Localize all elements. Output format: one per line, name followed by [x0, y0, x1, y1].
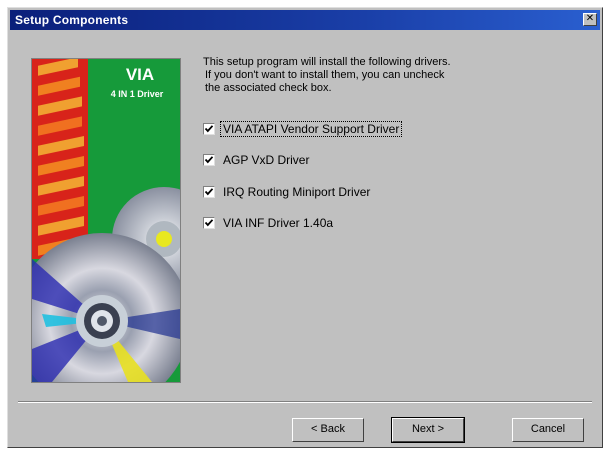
divider: [18, 401, 592, 403]
intro-text: This setup program will install the foll…: [203, 56, 523, 95]
title-bar[interactable]: Setup Components ✕: [10, 10, 600, 30]
checkbox[interactable]: [203, 123, 215, 135]
checkmark-icon: [204, 156, 214, 164]
checkmark-icon: [204, 188, 214, 196]
banner-brand: VIA: [125, 65, 155, 84]
option-label: VIA INF Driver 1.40a: [223, 216, 334, 230]
option-label: IRQ Routing Miniport Driver: [223, 185, 371, 199]
via-driver-banner: VIA 4 IN 1 Driver: [31, 58, 181, 383]
option-via-atapi[interactable]: VIA ATAPI Vendor Support Driver: [203, 121, 403, 137]
option-via-inf[interactable]: VIA INF Driver 1.40a: [203, 215, 335, 231]
checkmark-icon: [204, 219, 214, 227]
intro-line: This setup program will install the foll…: [203, 56, 451, 68]
setup-components-dialog: Setup Components ✕ VIA 4 IN 1 Driver Thi…: [7, 7, 603, 448]
close-icon[interactable]: ✕: [583, 13, 597, 26]
cancel-button[interactable]: Cancel: [512, 418, 584, 442]
checkbox[interactable]: [203, 186, 215, 198]
cd-artwork-image: [32, 59, 180, 382]
intro-line: the associated check box.: [205, 82, 332, 94]
back-button[interactable]: < Back: [292, 418, 364, 442]
window-title: Setup Components: [15, 13, 129, 27]
checkbox[interactable]: [203, 217, 215, 229]
option-label: AGP VxD Driver: [223, 153, 310, 167]
next-button[interactable]: Next >: [391, 417, 465, 443]
option-agp-vxd[interactable]: AGP VxD Driver: [203, 152, 311, 168]
checkmark-icon: [204, 125, 214, 133]
checkbox[interactable]: [203, 154, 215, 166]
option-irq-routing[interactable]: IRQ Routing Miniport Driver: [203, 184, 372, 200]
intro-line: If you don't want to install them, you c…: [205, 69, 445, 81]
banner-product: 4 IN 1 Driver: [110, 89, 164, 99]
option-label: VIA ATAPI Vendor Support Driver: [219, 121, 403, 137]
